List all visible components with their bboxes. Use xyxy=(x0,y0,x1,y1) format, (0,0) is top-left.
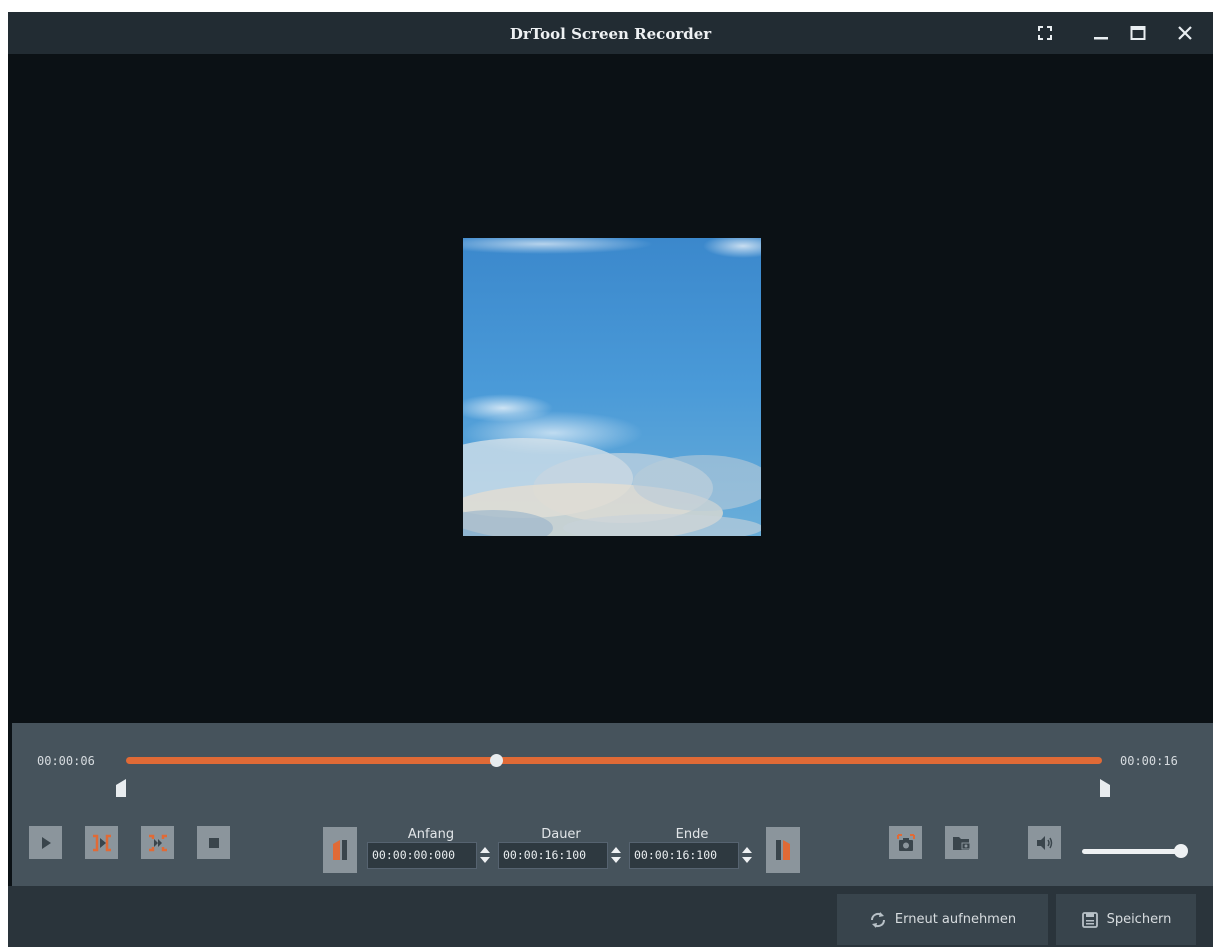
recorder-window: DrTool Screen Recorder 00:00:06 00:00:16… xyxy=(8,12,1213,947)
video-preview-area[interactable] xyxy=(8,54,1213,723)
set-start-button[interactable] xyxy=(323,827,357,873)
fast-forward-icon xyxy=(148,834,167,851)
start-time-field[interactable]: 00:00:00:000 xyxy=(367,842,477,869)
fullscreen-icon xyxy=(1038,26,1052,40)
start-time-spinner-icon[interactable] xyxy=(478,844,492,866)
playback-controls: 00:00:06 00:00:16 Anfang 00:00:00:000 Da… xyxy=(12,723,1213,886)
set-end-icon xyxy=(776,840,790,860)
maximize-button[interactable] xyxy=(1123,18,1153,48)
rerecord-button[interactable]: Erneut aufnehmen xyxy=(837,894,1048,945)
play-icon xyxy=(41,836,51,849)
close-icon xyxy=(1178,26,1192,40)
volume-slider-track[interactable] xyxy=(1082,849,1186,854)
folder-camera-icon xyxy=(952,836,970,850)
play-button[interactable] xyxy=(29,826,62,859)
start-label: Anfang xyxy=(407,827,455,842)
set-end-button[interactable] xyxy=(766,827,800,873)
stop-button[interactable] xyxy=(197,826,230,859)
timeline-playhead[interactable] xyxy=(490,754,504,767)
title-bar: DrTool Screen Recorder xyxy=(8,12,1213,54)
stop-icon xyxy=(208,837,219,848)
duration-field[interactable]: 00:00:16:100 xyxy=(498,842,608,869)
end-label: Ende xyxy=(675,827,709,842)
save-button[interactable]: Speichern xyxy=(1056,894,1196,945)
timeline-track[interactable] xyxy=(126,757,1102,764)
trim-start-marker[interactable] xyxy=(116,779,128,797)
fullscreen-button[interactable] xyxy=(1030,18,1060,48)
refresh-icon xyxy=(870,911,885,928)
save-icon xyxy=(1081,911,1098,928)
rerecord-label: Erneut aufnehmen xyxy=(894,912,1017,927)
volume-slider-thumb[interactable] xyxy=(1173,844,1188,858)
video-frame xyxy=(463,238,761,536)
speaker-icon xyxy=(1036,835,1052,850)
end-time-spinner-icon[interactable] xyxy=(740,844,754,866)
minimize-icon xyxy=(1094,37,1108,40)
trim-end-marker[interactable] xyxy=(1100,779,1112,797)
duration-spinner-icon[interactable] xyxy=(609,844,623,866)
close-button[interactable] xyxy=(1170,18,1200,48)
minimize-button[interactable] xyxy=(1086,18,1116,48)
sky-preview-image xyxy=(463,238,761,536)
fast-forward-button[interactable] xyxy=(141,826,174,859)
mute-button[interactable] xyxy=(1028,826,1061,859)
total-time: 00:00:16 xyxy=(1120,754,1178,768)
play-selection-button[interactable] xyxy=(85,826,118,859)
maximize-icon xyxy=(1130,26,1146,40)
snapshot-folder-button[interactable] xyxy=(945,826,978,859)
duration-label: Dauer xyxy=(541,827,581,842)
play-selection-icon xyxy=(92,834,111,851)
end-time-field[interactable]: 00:00:16:100 xyxy=(629,842,739,869)
save-label: Speichern xyxy=(1106,912,1172,927)
camera-icon xyxy=(896,833,915,851)
footer-bar: Erneut aufnehmen Speichern xyxy=(8,886,1213,947)
current-time: 00:00:06 xyxy=(37,754,95,768)
set-start-icon xyxy=(333,840,347,860)
snapshot-button[interactable] xyxy=(889,826,922,859)
